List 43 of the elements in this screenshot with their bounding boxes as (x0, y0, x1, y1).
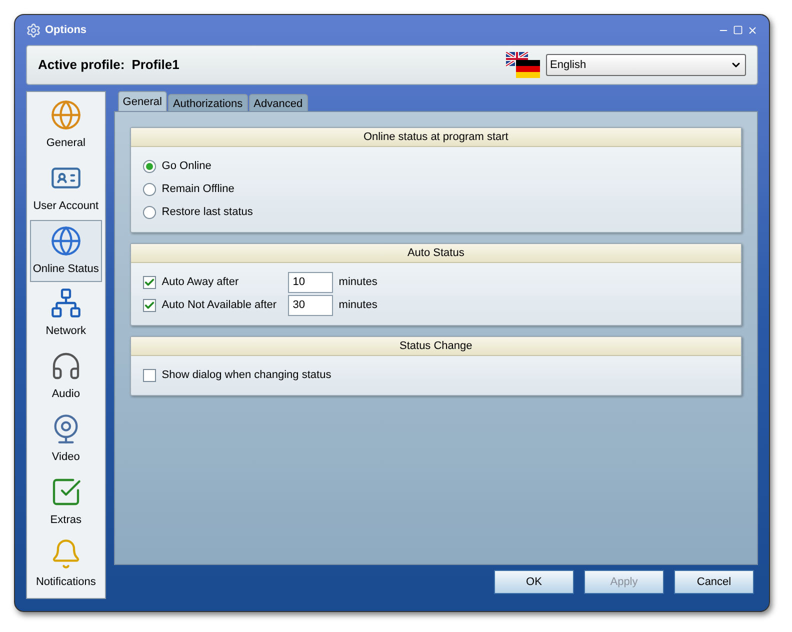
tab[interactable]: Advanced (248, 94, 308, 111)
sidebar-item[interactable]: User Account (30, 156, 102, 220)
minutes-field[interactable]: 10 (288, 272, 333, 293)
sidebar-item[interactable]: General (30, 94, 102, 157)
window-title: Options (45, 22, 87, 38)
checkbox[interactable] (142, 369, 156, 382)
option-label: Show dialog when changing status (162, 368, 332, 384)
globe-icon (50, 224, 82, 257)
flag-icon (506, 52, 540, 78)
network-icon (50, 287, 82, 320)
tab[interactable]: General (118, 91, 167, 111)
close-icon[interactable] (747, 24, 758, 36)
sidebar-item[interactable]: Video (30, 408, 102, 470)
checkbox[interactable] (142, 299, 156, 312)
settings-icon (26, 22, 41, 38)
globe-icon (50, 99, 82, 132)
minutes-field[interactable]: 30 (288, 295, 333, 316)
sidebar-item[interactable]: Audio (30, 345, 102, 408)
group-header: Online status at program start (130, 128, 741, 147)
option-label: Restore last status (162, 205, 254, 220)
option-label: Auto Not Available after (162, 298, 278, 314)
option-label: Go Online (162, 159, 212, 174)
sidebar-item[interactable]: Online Status (30, 220, 102, 282)
checkbox[interactable] (142, 276, 156, 289)
group-header: Auto Status (130, 244, 741, 263)
tab[interactable]: Authorizations (168, 94, 248, 111)
unit-label: minutes (338, 298, 378, 314)
radio-button[interactable] (142, 160, 156, 173)
dialog-button[interactable]: OK (494, 570, 574, 594)
profile-name: Profile1 (132, 56, 180, 74)
group-header: Status Change (130, 337, 741, 356)
sidebar-item[interactable]: Notifications (30, 533, 102, 596)
dialog-button[interactable]: Cancel (674, 570, 754, 594)
option-label: Auto Away after (162, 275, 240, 290)
sidebar-item[interactable]: Extras (30, 470, 102, 534)
radio-button[interactable] (142, 206, 156, 219)
profile-label: Active profile: (38, 56, 125, 74)
option-label: Remain Offline (162, 182, 236, 198)
sidebar-item[interactable]: Network (30, 282, 102, 345)
unit-label: minutes (338, 275, 378, 290)
radio-button[interactable] (142, 183, 156, 196)
maximize-icon[interactable] (733, 25, 743, 35)
language-dropdown[interactable]: English (546, 54, 746, 76)
